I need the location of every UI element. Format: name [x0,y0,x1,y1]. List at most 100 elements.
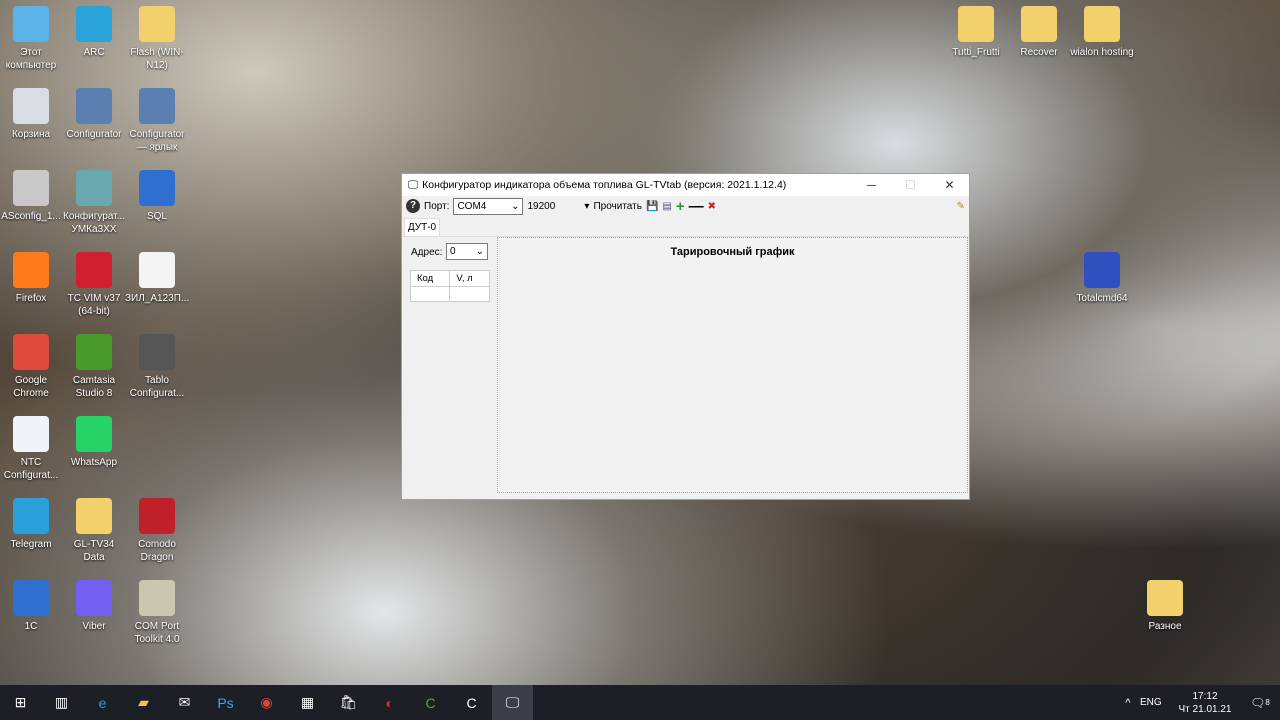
read-button[interactable]: Прочитать [593,201,642,212]
add-icon[interactable]: + [676,198,685,215]
desktop-icon-label: Recover [1020,47,1058,58]
tools-icon [139,88,175,124]
desktop-icon[interactable]: wialon hosting [1070,2,1134,59]
store-taskbar-icon[interactable]: 🛍 [328,685,369,720]
desktop-icon[interactable]: Camtasia Studio 8 [62,330,126,400]
close-button[interactable]: ✕ [930,178,969,192]
desktop-icon-label: Конфигурат... УМКа3XX [63,211,125,235]
desktop-icon-label: ЗИЛ_А123П... [125,293,190,304]
desktop-icon[interactable]: Конфигурат... УМКа3XX [62,166,126,236]
network-computer-icon [139,170,175,206]
camtasia-icon [76,334,112,370]
desktop-icon[interactable]: Recover [1007,2,1071,59]
clock[interactable]: 17:12 Чт 21.01.21 [1170,690,1240,716]
desktop-icon-label: Configurator — ярлык [129,129,185,153]
desktop-icon-label: Totalcmd64 [1076,293,1128,304]
desktop-icon-label: GL-TV34 Data [73,539,115,563]
desktop-icon-label: Comodo Dragon [138,539,176,563]
desktop-icon-label: 1C [24,621,38,632]
chrome-taskbar-icon[interactable]: ◉ [246,685,287,720]
desktop-icon[interactable]: Totalcmd64 [1070,248,1134,305]
desktop-icon[interactable]: Telegram [0,494,63,551]
desktop-icon[interactable]: ЗИЛ_А123П... [125,248,189,305]
maximize-button[interactable]: ☐ [891,178,930,192]
desktop-icon[interactable]: TC VIM v37 (64-bit) [62,248,126,318]
show-hidden-icons-button[interactable]: ^ [1116,685,1140,720]
notification-count: 8 [1265,698,1270,707]
table-row[interactable] [409,286,490,302]
desktop-icon[interactable]: ARC [62,2,126,59]
monitor-icon [139,334,175,370]
address-select[interactable]: 0 ⌄ [446,243,488,260]
mail-taskbar-icon[interactable]: ✉ [164,685,205,720]
desktop-icon[interactable]: Configurator — ярлык [125,84,189,154]
photoshop-taskbar-icon[interactable]: Ps [205,685,246,720]
task-view-taskbar-icon[interactable]: ▥ [41,685,82,720]
desktop-icon[interactable]: NTC Configurat... [0,412,63,482]
telegram-icon [13,498,49,534]
edge-taskbar-icon[interactable]: e [82,685,123,720]
calculator-taskbar-icon[interactable]: ▦ [287,685,328,720]
configurator-taskbar-icon[interactable]: 🖵 [492,685,533,720]
camtasia-taskbar-icon[interactable]: C [410,685,451,720]
desktop-icon[interactable]: Разное [1133,576,1197,633]
port-select[interactable]: COM4 ⌄ [453,197,524,215]
desktop-icon-label: ASconfig_1... [1,211,61,222]
import-icon[interactable]: ▤ [662,201,671,212]
desktop-icon-label: SQL [146,211,167,222]
document-icon [139,252,175,288]
tools-icon [76,88,112,124]
explorer-taskbar-icon[interactable]: ▰ [123,685,164,720]
port-value: COM4 [457,200,487,212]
desktop-icon[interactable]: Корзина [0,84,63,141]
desktop-icon[interactable]: Этот компьютер [0,2,63,72]
baud-select[interactable]: 19200 ▾ [527,201,589,212]
cfg-icon [13,416,49,452]
remove-icon[interactable]: — [689,198,704,215]
delete-table-icon[interactable]: ✖ [708,201,716,212]
notifications-button[interactable]: 🗨 8 [1240,685,1280,720]
desktop-icon[interactable]: Configurator [62,84,126,141]
camtasia-recorder-taskbar-icon[interactable]: C [451,685,492,720]
language-indicator[interactable]: ENG [1140,697,1170,708]
network-computer-icon [13,580,49,616]
chevron-down-icon: ⌄ [511,200,520,212]
desktop-icon[interactable]: COM Port Toolkit 4.0 [125,576,189,646]
time: 17:12 [1192,690,1218,702]
desktop-icon[interactable]: Tablo Configurat... [125,330,189,400]
chevron-down-icon: ⌄ [475,246,484,257]
save-icon[interactable]: 💾 [646,201,658,212]
desktop-icon[interactable]: Flash (WIN-N12) [125,2,189,72]
start-taskbar-icon[interactable]: ⊞ [0,685,41,720]
baud-value: 19200 [527,200,556,212]
desktop-icon[interactable]: Firefox [0,248,63,305]
desktop-icon-label: Tablo Configurat... [129,375,185,399]
desktop-icon-label: ARC [83,47,105,58]
folder-icon [1147,580,1183,616]
desktop-icon[interactable]: Google Chrome [0,330,63,400]
comodo-dragon-taskbar-icon[interactable]: ◐ [369,685,410,720]
settings-wand-icon[interactable]: ✎ [957,201,965,212]
desktop-icon[interactable]: Tutti_Frutti [944,2,1008,59]
desktop-icon[interactable]: 1C [0,576,63,633]
tab-dut-0[interactable]: ДУТ-0 [404,218,440,236]
totalcmd-icon [1084,252,1120,288]
desktop-icon[interactable]: Viber [62,576,126,633]
computer-icon [13,6,49,42]
app-icon: 🖵 [408,178,419,191]
desktop-icon[interactable]: SQL [125,166,189,223]
desktop-icon-label: Configurator [66,129,122,140]
viber-icon [76,580,112,616]
desktop-icon[interactable]: WhatsApp [62,412,126,469]
folder-icon [958,6,994,42]
port-label: Порт: [424,200,450,212]
desktop-icon[interactable]: Comodo Dragon [125,494,189,564]
desktop-icon-label: Camtasia Studio 8 [72,375,116,399]
desktop-icon[interactable]: GL-TV34 Data [62,494,126,564]
folder-icon [1021,6,1057,42]
firefox-icon [13,252,49,288]
desktop-icon[interactable]: ASconfig_1... [0,166,63,223]
help-icon[interactable]: ? [406,199,420,213]
minimize-button[interactable]: ─ [852,178,891,192]
title-bar[interactable]: 🖵 Конфигуратор индикатора объема топлива… [402,174,969,196]
